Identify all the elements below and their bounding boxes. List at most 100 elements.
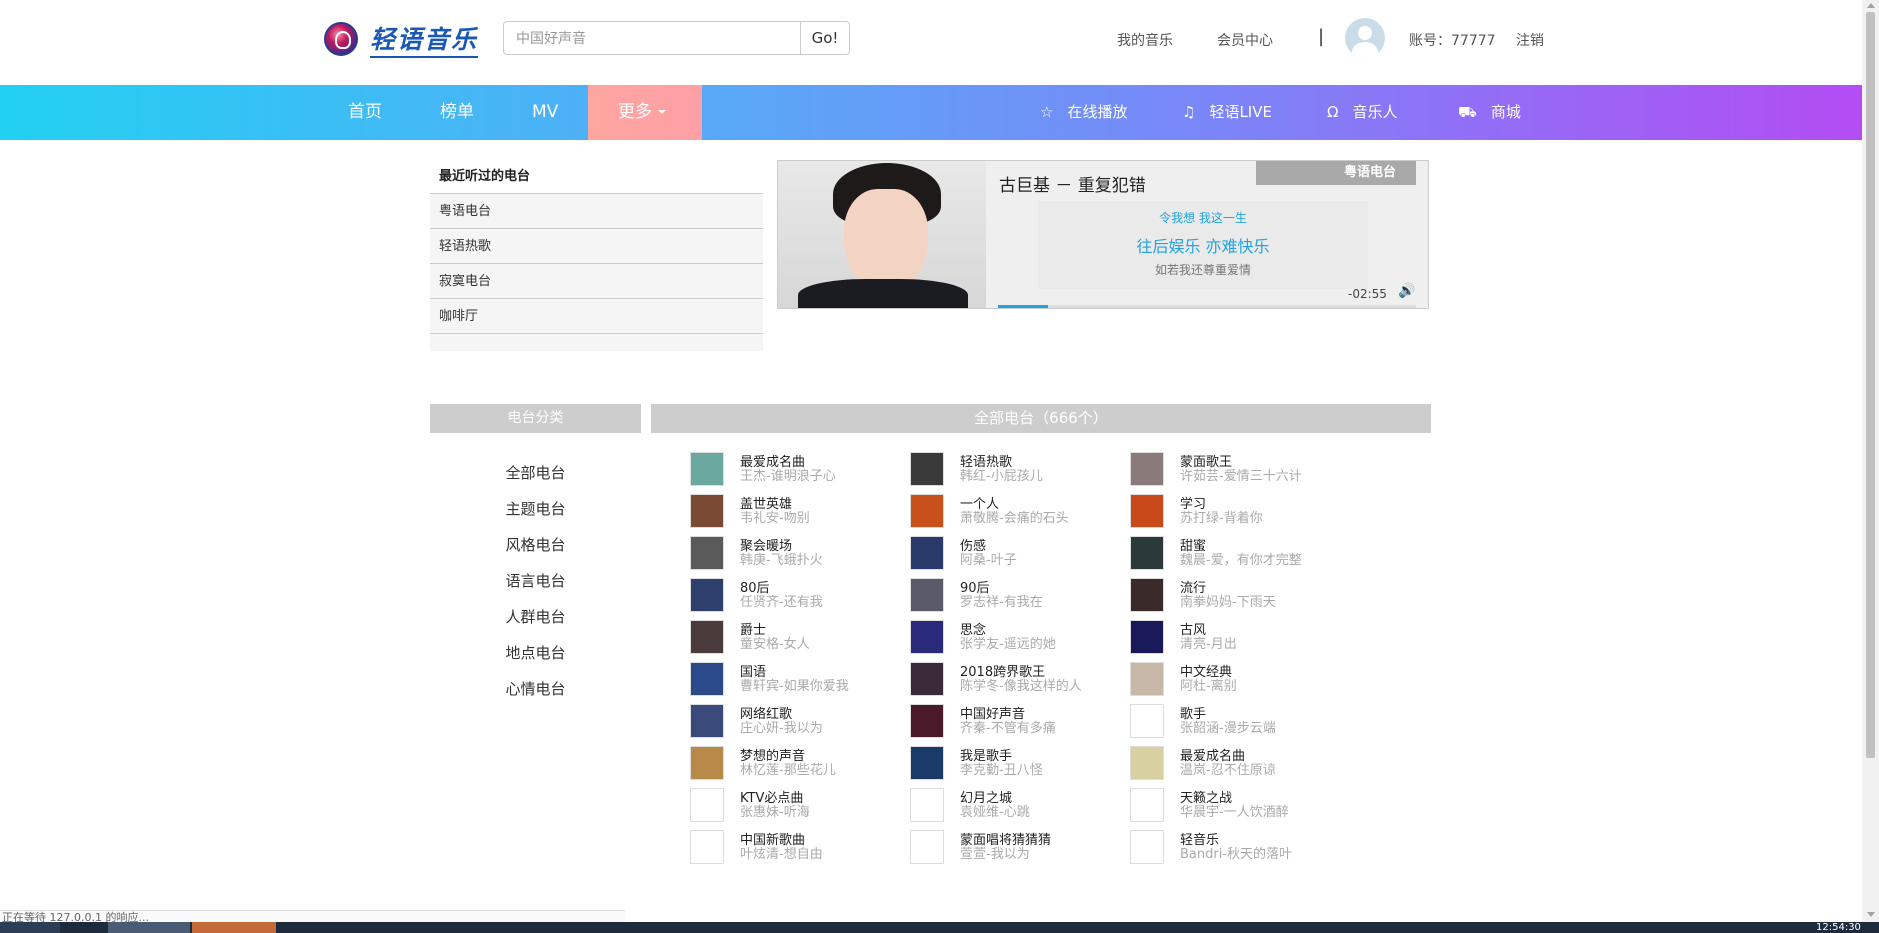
station-song: 苏打绿-背着你 [1180,511,1263,526]
station-item[interactable]: 国语 曹轩宾-如果你爱我 [690,662,900,696]
category-item-language[interactable]: 语言电台 [430,570,641,591]
station-thumbnail[interactable] [1130,704,1164,738]
scroll-up-arrow-icon[interactable] [1867,3,1875,8]
station-item[interactable]: 幻月之城 袁娅维-心跳 [910,788,1120,822]
station-item[interactable]: 学习 苏打绿-背着你 [1130,494,1340,528]
recent-station-item[interactable]: 轻语热歌 [430,229,763,264]
station-item[interactable]: 伤感 阿桑-叶子 [910,536,1120,570]
station-thumbnail[interactable] [910,494,944,528]
logo[interactable]: 轻语音乐 [324,20,479,58]
my-music-link[interactable]: 我的音乐 [1117,30,1173,50]
station-item[interactable]: 聚会暖场 韩庚-飞蛾扑火 [690,536,900,570]
station-item[interactable]: 甜蜜 魏晨-爱，有你才完整 [1130,536,1340,570]
station-thumbnail[interactable] [1130,536,1164,570]
station-item[interactable]: 流行 南拳妈妈-下雨天 [1130,578,1340,612]
station-thumbnail[interactable] [910,620,944,654]
station-thumbnail[interactable] [690,704,724,738]
station-thumbnail[interactable] [690,746,724,780]
station-thumbnail[interactable] [910,704,944,738]
category-item-style[interactable]: 风格电台 [430,534,641,555]
search-button[interactable]: Go! [800,21,850,55]
scroll-thumb[interactable] [1866,12,1875,758]
station-item[interactable]: 爵士 童安格-女人 [690,620,900,654]
station-thumbnail[interactable] [1130,494,1164,528]
nav-more-label: 更多 [618,102,652,122]
recent-station-item[interactable]: 寂寞电台 [430,264,763,299]
station-thumbnail[interactable] [690,788,724,822]
station-thumbnail[interactable] [1130,662,1164,696]
station-item[interactable]: 盖世英雄 韦礼安-吻别 [690,494,900,528]
category-item-all[interactable]: 全部电台 [430,462,641,483]
avatar[interactable] [1345,18,1385,58]
station-thumbnail[interactable] [1130,452,1164,486]
station-thumbnail[interactable] [690,662,724,696]
station-item[interactable]: 最爱成名曲 温岚-忍不住原谅 [1130,746,1340,780]
station-item[interactable]: 古风 清亮-月出 [1130,620,1340,654]
station-thumbnail[interactable] [690,830,724,864]
current-station-tag: 粤语电台 [1256,161,1416,185]
station-item[interactable]: 蒙面歌王 许茹芸-爱情三十六计 [1130,452,1340,486]
station-item[interactable]: 轻语热歌 韩红-小屁孩儿 [910,452,1120,486]
station-thumbnail[interactable] [910,536,944,570]
station-item[interactable]: KTV必点曲 张惠妹-听海 [690,788,900,822]
logout-link[interactable]: 注销 [1516,30,1544,50]
station-item[interactable]: 中国好声音 齐秦-不管有多痛 [910,704,1120,738]
station-thumbnail[interactable] [1130,788,1164,822]
station-thumbnail[interactable] [690,620,724,654]
taskbar-app[interactable] [192,922,276,933]
station-thumbnail[interactable] [690,578,724,612]
station-item[interactable]: 思念 张学友-遥远的她 [910,620,1120,654]
station-item[interactable]: 90后 罗志祥-有我在 [910,578,1120,612]
nav-item-online-play[interactable]: ☆ 在线播放 [1040,85,1127,140]
station-item[interactable]: 轻音乐 Bandri-秋天的落叶 [1130,830,1340,864]
nav-item-musician[interactable]: Ω 音乐人 [1327,85,1397,140]
station-item[interactable]: 中国新歌曲 叶炫清-想自由 [690,830,900,864]
station-thumbnail[interactable] [1130,746,1164,780]
station-item[interactable]: 我是歌手 李克勤-丑八怪 [910,746,1120,780]
station-item[interactable]: 歌手 张韶涵-漫步云端 [1130,704,1340,738]
station-item[interactable]: 中文经典 阿杜-离别 [1130,662,1340,696]
scroll-down-arrow-icon[interactable] [1867,912,1875,917]
progress-bar[interactable] [998,305,1416,308]
station-thumbnail[interactable] [1130,578,1164,612]
station-item[interactable]: 网络红歌 庄心妍-我以为 [690,704,900,738]
station-item[interactable]: 一个人 萧敬腾-会痛的石头 [910,494,1120,528]
station-thumbnail[interactable] [910,578,944,612]
station-item[interactable]: 80后 任贤齐-还有我 [690,578,900,612]
category-item-place[interactable]: 地点电台 [430,642,641,663]
category-item-mood[interactable]: 心情电台 [430,678,641,699]
station-thumbnail[interactable] [910,662,944,696]
station-thumbnail[interactable] [910,746,944,780]
station-thumbnail[interactable] [1130,620,1164,654]
taskbar-browser[interactable] [108,922,190,933]
station-item[interactable]: 天籁之战 华晨宇-一人饮酒醉 [1130,788,1340,822]
station-thumbnail[interactable] [910,788,944,822]
nav-item-home[interactable]: 首页 [348,85,382,140]
station-thumbnail[interactable] [910,452,944,486]
station-thumbnail[interactable] [690,494,724,528]
nav-item-live[interactable]: ♫ 轻语LIVE [1182,85,1272,140]
recent-station-item[interactable]: 咖啡厅 [430,299,763,334]
page-scrollbar[interactable] [1862,0,1879,922]
station-item[interactable]: 梦想的声音 林忆莲-那些花儿 [690,746,900,780]
account-label: 账号：77777 [1409,33,1496,49]
volume-icon[interactable]: 🔊 [1398,283,1415,299]
category-item-theme[interactable]: 主题电台 [430,498,641,519]
category-item-crowd[interactable]: 人群电台 [430,606,641,627]
station-thumbnail[interactable] [910,830,944,864]
nav-item-shop[interactable]: ⛟ 商城 [1458,85,1521,140]
nav-item-charts[interactable]: 榜单 [440,85,474,140]
member-center-link[interactable]: 会员中心 [1217,30,1273,50]
station-thumbnail[interactable] [1130,830,1164,864]
taskbar-start[interactable] [0,922,60,933]
nav-more-dropdown[interactable]: 更多 [588,85,702,140]
recent-station-item[interactable]: 粤语电台 [430,194,763,229]
station-item[interactable]: 2018跨界歌王 陈学冬-像我这样的人 [910,662,1120,696]
station-thumbnail[interactable] [690,452,724,486]
nav-item-mv[interactable]: MV [532,85,558,140]
station-item[interactable]: 最爱成名曲 王杰-谁明浪子心 [690,452,900,486]
station-item[interactable]: 蒙面唱将猜猜猜 萱萱-我以为 [910,830,1120,864]
station-song: 曹轩宾-如果你爱我 [740,679,849,694]
station-thumbnail[interactable] [690,536,724,570]
search-input[interactable]: 中国好声音 [503,21,801,55]
